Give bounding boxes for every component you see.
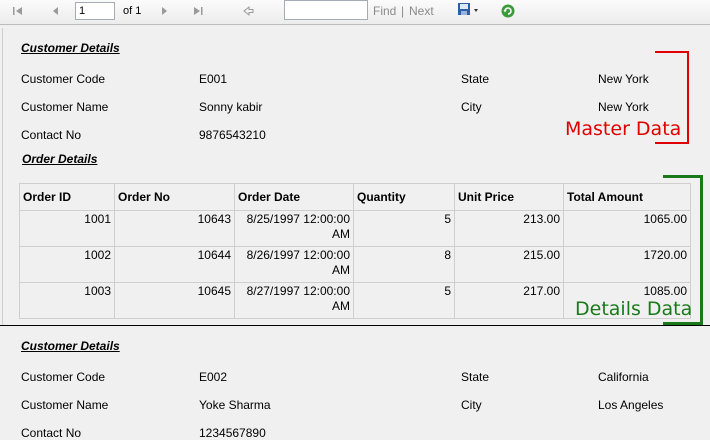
- order-id-cell: 1002: [19, 246, 115, 283]
- city-label: City: [461, 398, 482, 412]
- city-value: New York: [598, 100, 649, 114]
- order-no-cell: 10643: [114, 210, 235, 247]
- export-icon[interactable]: [456, 1, 480, 17]
- order-date-line2: AM: [332, 263, 350, 277]
- order-no-cell: 10645: [114, 282, 235, 319]
- city-label: City: [461, 100, 482, 114]
- order-id-cell: 1001: [19, 210, 115, 247]
- order-date-cell: 8/27/1997 12:00:00 AM: [234, 282, 354, 319]
- order-date-line1: 8/25/1997 12:00:00: [246, 212, 350, 226]
- report-toolbar: of 1 Find | Next: [0, 0, 710, 25]
- city-value: Los Angeles: [598, 398, 664, 412]
- page-count-label: of 1: [123, 5, 142, 17]
- order-date-line1: 8/27/1997 12:00:00: [246, 284, 350, 298]
- unit-price-cell: 213.00: [454, 210, 564, 247]
- col-order-date: Order Date: [234, 183, 354, 211]
- customer-name-label: Customer Name: [21, 100, 109, 114]
- state-label: State: [461, 370, 490, 384]
- customer-code-value: E002: [199, 370, 228, 384]
- state-value: California: [598, 370, 649, 384]
- table-header-row: Order ID Order No Order Date Quantity Un…: [19, 183, 691, 211]
- first-page-icon[interactable]: [10, 3, 26, 19]
- record-divider: [0, 325, 710, 326]
- col-order-no: Order No: [114, 183, 235, 211]
- contact-label: Contact No: [21, 426, 82, 440]
- find-next-link[interactable]: Next: [409, 4, 434, 18]
- quantity-cell: 5: [353, 282, 455, 319]
- customer-name-label: Customer Name: [21, 398, 109, 412]
- order-details-heading: Order Details: [22, 152, 98, 166]
- order-date-line1: 8/26/1997 12:00:00: [246, 248, 350, 262]
- customer-name-value: Yoke Sharma: [199, 398, 271, 412]
- next-page-icon[interactable]: [156, 3, 172, 19]
- customer-details-heading: Customer Details: [21, 41, 120, 55]
- order-date-line2: AM: [332, 227, 350, 241]
- table-row: 1001 10643 8/25/1997 12:00:00 AM 5 213.00…: [19, 210, 691, 247]
- state-value: New York: [598, 72, 649, 86]
- customer-details-heading: Customer Details: [21, 339, 120, 353]
- quantity-cell: 8: [353, 246, 455, 283]
- contact-value: 9876543210: [199, 128, 266, 142]
- customer-code-label: Customer Code: [21, 72, 106, 86]
- col-quantity: Quantity: [353, 183, 455, 211]
- customer-name-value: Sonny kabir: [199, 100, 263, 114]
- state-label: State: [461, 72, 490, 86]
- report-left-rule: [2, 28, 3, 326]
- order-id-cell: 1003: [19, 282, 115, 319]
- find-link[interactable]: Find: [373, 4, 396, 18]
- master-data-annotation: Master Data: [565, 118, 682, 140]
- quantity-cell: 5: [353, 210, 455, 247]
- last-page-icon[interactable]: [190, 3, 206, 19]
- toolbar-separator: |: [401, 4, 405, 18]
- page-number-input[interactable]: [75, 2, 115, 20]
- col-order-id: Order ID: [19, 183, 115, 211]
- customer-code-label: Customer Code: [21, 370, 106, 384]
- previous-page-icon[interactable]: [48, 3, 64, 19]
- unit-price-cell: 217.00: [454, 282, 564, 319]
- order-no-cell: 10644: [114, 246, 235, 283]
- contact-value: 1234567890: [199, 426, 266, 440]
- back-icon[interactable]: [240, 3, 256, 19]
- find-input[interactable]: [284, 0, 368, 20]
- refresh-icon[interactable]: [500, 3, 516, 19]
- order-date-cell: 8/25/1997 12:00:00 AM: [234, 210, 354, 247]
- unit-price-cell: 215.00: [454, 246, 564, 283]
- customer-code-value: E001: [199, 72, 228, 86]
- order-date-line2: AM: [332, 299, 350, 313]
- details-data-annotation: Details Data: [575, 298, 693, 320]
- contact-label: Contact No: [21, 128, 82, 142]
- order-date-cell: 8/26/1997 12:00:00 AM: [234, 246, 354, 283]
- table-row: 1002 10644 8/26/1997 12:00:00 AM 8 215.00…: [19, 246, 691, 283]
- col-unit-price: Unit Price: [454, 183, 564, 211]
